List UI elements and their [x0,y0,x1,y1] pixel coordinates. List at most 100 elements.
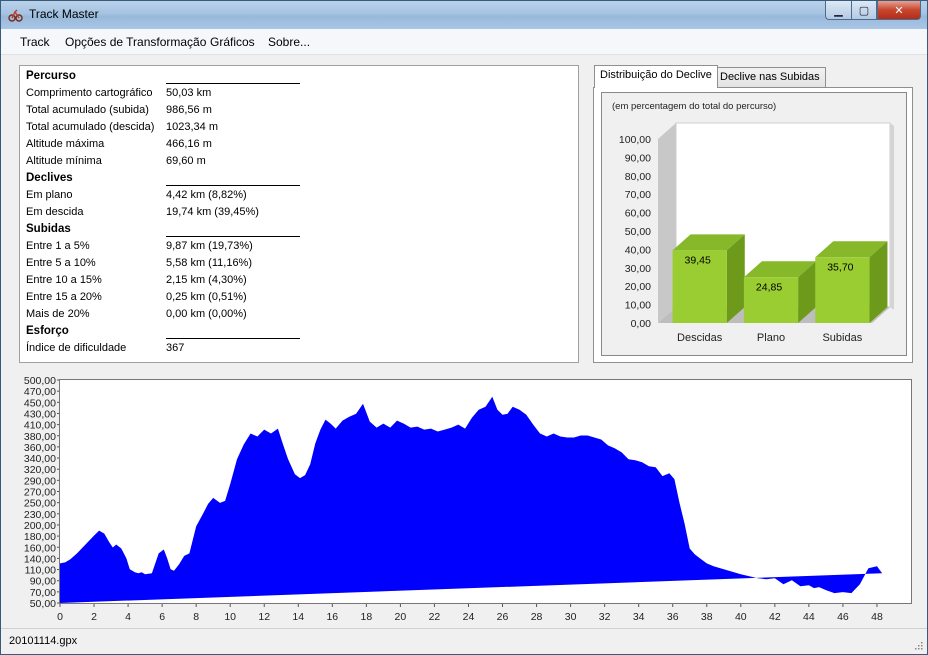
info-value: 1023,34 m [166,121,218,133]
y-tick-label: 50,00 [625,226,651,238]
x-tick-label: 10 [224,611,236,623]
x-tick-label: 24 [463,611,475,623]
x-tick-label: 6 [159,611,165,623]
section-divider [166,185,300,186]
info-label: Entre 1 a 5% [26,240,90,252]
bar-value-label: 39,45 [685,254,711,266]
y-tick-label: 270,00 [24,487,56,499]
tab-slope-distribution[interactable]: Distribuição do Declive [594,65,718,88]
y-tick-label: 80,00 [625,171,651,183]
track-info-panel: Percurso Comprimento cartográfico 50,03 km… [19,65,579,363]
bar-value-label: 35,70 [827,261,853,273]
x-tick-label: 18 [361,611,373,623]
bar [815,241,888,323]
y-tick-label: 90,00 [625,152,651,164]
resize-grip-icon[interactable] [913,640,923,650]
y-tick-label: 380,00 [24,431,56,443]
y-tick-label: 140,00 [24,553,56,565]
y-tick-label: 470,00 [24,386,56,398]
title-bar[interactable]: Track Master ▁ ▢ ✕ [1,1,927,29]
y-tick-label: 40,00 [625,244,651,256]
y-tick-label: 70,00 [30,587,56,599]
y-tick-label: 50,00 [30,598,56,610]
info-value: 0,25 km (0,51%) [166,291,247,303]
y-tick-label: 230,00 [24,509,56,521]
chart-subtitle: (em percentagem do total do percurso) [612,101,776,112]
y-tick-label: 30,00 [625,263,651,275]
info-value: 19,74 km (39,45%) [166,206,259,218]
x-category-label: Descidas [677,332,723,344]
section-divider [166,83,300,84]
y-tick-label: 290,00 [24,475,56,487]
x-tick-label: 0 [57,611,63,623]
info-value: 9,87 km (19,73%) [166,240,253,252]
y-tick-label: 450,00 [24,397,56,409]
y-tick-label: 500,00 [24,375,56,387]
y-tick-label: 160,00 [24,542,56,554]
y-tick-label: 410,00 [24,420,56,432]
y-tick-label: 90,00 [30,576,56,588]
x-tick-label: 44 [803,611,815,623]
x-tick-label: 32 [599,611,611,623]
info-label: Entre 15 a 20% [26,291,102,303]
info-label: Entre 5 a 10% [26,257,96,269]
info-value: 0,00 km (0,00%) [166,308,247,320]
menu-charts[interactable]: Gráficos [210,35,255,49]
section-title: Percurso [26,70,76,82]
x-category-label: Subidas [822,332,862,344]
y-tick-label: 200,00 [24,520,56,532]
maximize-icon: ▢ [858,4,870,17]
y-tick-label: 10,00 [625,300,651,312]
bar [672,234,745,323]
info-label: Índice de dificuldade [26,342,127,354]
info-value: 466,16 m [166,138,212,150]
menu-transform-options[interactable]: Opções de Transformação [65,35,206,49]
section-title: Esforço [26,325,69,337]
x-tick-label: 48 [871,611,883,623]
window-controls: ▁ ▢ ✕ [825,1,921,21]
x-tick-label: 30 [565,611,577,623]
window-title: Track Master [29,7,99,21]
y-tick-label: 0,00 [631,318,652,330]
info-label: Total acumulado (descida) [26,121,155,133]
status-bar: 20101114.gpx [1,628,927,654]
app-icon [8,9,23,22]
x-tick-label: 34 [633,611,645,623]
y-tick-label: 180,00 [24,531,56,543]
x-tick-label: 42 [769,611,781,623]
y-tick-label: 430,00 [24,408,56,420]
elevation-area [60,396,883,603]
maximize-button[interactable]: ▢ [851,1,877,20]
elevation-profile-panel [59,379,912,604]
close-icon: ✕ [894,4,904,17]
menu-track[interactable]: Track [20,35,50,49]
y-tick-label: 360,00 [24,442,56,454]
tab-climb-slopes[interactable]: Declive nas Subidas [714,67,826,87]
close-button[interactable]: ✕ [877,1,921,20]
x-tick-label: 22 [429,611,441,623]
info-value: 367 [166,342,185,354]
minimize-icon: ▁ [834,4,843,17]
minimize-button[interactable]: ▁ [825,1,851,20]
chart-wall-edge [890,123,894,310]
x-tick-label: 14 [292,611,304,623]
section-divider [166,338,300,339]
menu-about[interactable]: Sobre... [268,35,310,49]
section-divider [166,236,300,237]
x-tick-label: 26 [497,611,509,623]
y-tick-label: 110,00 [25,565,56,577]
info-label: Altitude máxima [26,138,105,150]
menu-bar: Track Opções de Transformação Gráficos S… [1,29,927,55]
bar-value-label: 24,85 [756,281,782,293]
info-label: Em descida [26,206,84,218]
info-label: Comprimento cartográfico [26,87,153,99]
section-title: Declives [26,172,73,184]
info-value: 2,15 km (4,30%) [166,274,247,286]
slope-distribution-chart: (em percentagem do total do percurso) 0,0… [612,101,894,344]
y-tick-label: 60,00 [625,208,651,220]
y-tick-label: 250,00 [24,498,56,510]
section-title: Subidas [26,223,71,235]
info-label: Mais de 20% [26,308,90,320]
info-label: Total acumulado (subida) [26,104,149,116]
x-tick-label: 12 [258,611,270,623]
